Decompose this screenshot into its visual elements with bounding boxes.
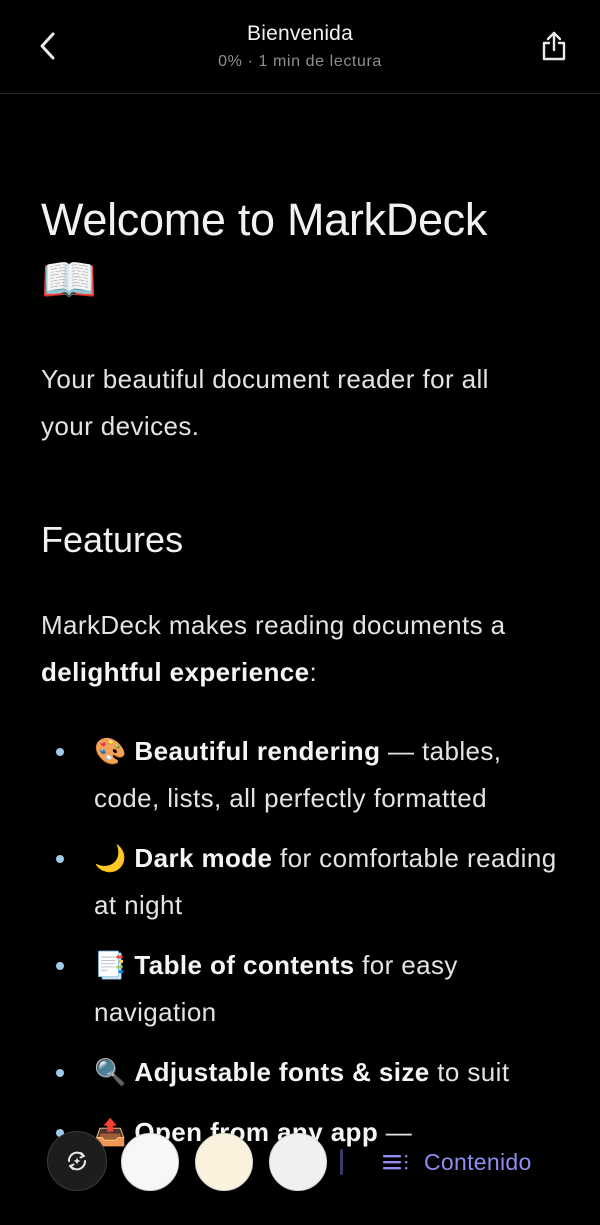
feature-title: Adjustable fonts & size xyxy=(134,1057,430,1087)
share-button[interactable] xyxy=(536,28,572,64)
para-text: MarkDeck makes reading documents a xyxy=(41,610,506,640)
bullet-dot xyxy=(56,1069,64,1077)
open-book-icon: 📖 xyxy=(41,254,97,305)
intro-paragraph: Your beautiful document reader for all y… xyxy=(41,364,489,441)
features-list: 🎨 Beautiful rendering — tables, code, li… xyxy=(41,728,561,1156)
feature-title: Dark mode xyxy=(134,843,273,873)
document-heading: Welcome to MarkDeck 📖 xyxy=(41,194,561,306)
features-intro-paragraph: MarkDeck makes reading documents a delig… xyxy=(41,602,561,696)
moon-icon: 🌙 xyxy=(94,843,127,873)
bullet-dot xyxy=(56,962,64,970)
feature-description: to suit xyxy=(429,1057,510,1087)
toolbar-divider xyxy=(340,1149,343,1175)
list-item: 🎨 Beautiful rendering — tables, code, li… xyxy=(41,728,561,822)
reader-toolbar: Contenido xyxy=(0,1131,600,1193)
auto-theme-button[interactable] xyxy=(47,1131,107,1191)
table-of-contents-button[interactable]: Contenido xyxy=(382,1145,532,1179)
list-icon xyxy=(383,1155,408,1170)
list-item: 🔍 Adjustable fonts & size to suit xyxy=(41,1049,561,1096)
palette-icon: 🎨 xyxy=(94,736,127,766)
theme-swatch-gray[interactable] xyxy=(269,1133,327,1191)
para-text: : xyxy=(309,657,318,687)
theme-swatch-light[interactable] xyxy=(121,1133,179,1191)
document-content: Welcome to MarkDeck 📖 Your beautiful doc… xyxy=(41,94,561,1169)
list-item: 📑 Table of contents for easy navigation xyxy=(41,942,561,1036)
feature-title: Beautiful rendering xyxy=(134,736,381,766)
feature-title: Table of contents xyxy=(134,950,355,980)
bookmark-tabs-icon: 📑 xyxy=(94,950,127,980)
bullet-dot xyxy=(56,748,64,756)
list-item: 🌙 Dark mode for comfortable reading at n… xyxy=(41,835,561,929)
auto-theme-icon xyxy=(68,1151,86,1171)
reading-progress: 0% · 1 min de lectura xyxy=(218,53,382,70)
para-bold: delightful experience xyxy=(41,657,310,687)
heading-text: Welcome to MarkDeck xyxy=(41,194,488,245)
theme-swatch-sepia[interactable] xyxy=(195,1133,253,1191)
share-icon xyxy=(542,31,566,61)
top-bar: Bienvenida 0% · 1 min de lectura xyxy=(0,0,600,94)
features-heading: Features xyxy=(41,519,184,560)
table-of-contents-label: Contenido xyxy=(424,1148,532,1175)
magnifier-icon: 🔍 xyxy=(94,1057,127,1087)
bullet-dot xyxy=(56,855,64,863)
page-title: Bienvenida xyxy=(247,22,353,45)
